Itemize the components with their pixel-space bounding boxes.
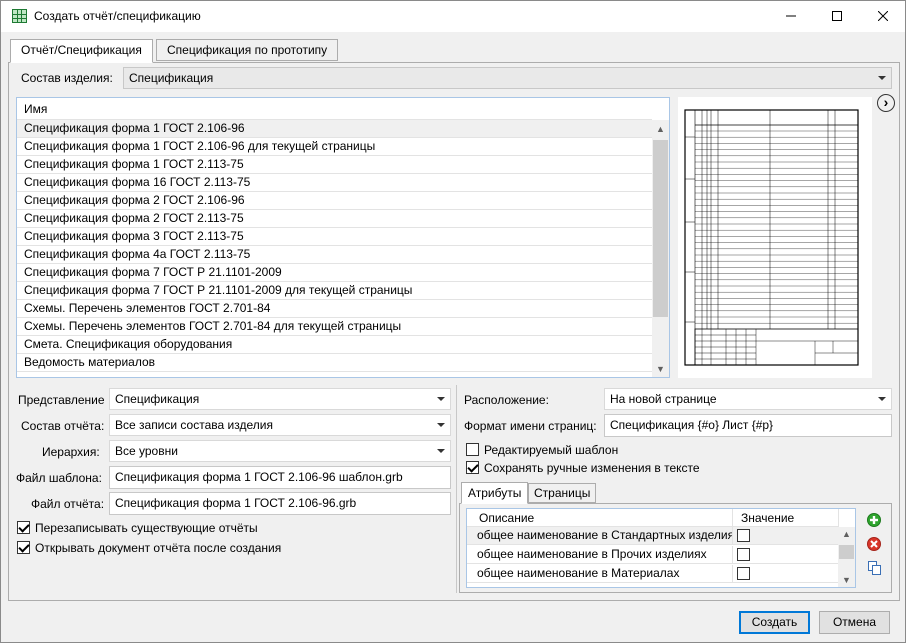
attribute-value-checkbox[interactable] <box>737 567 750 580</box>
remove-attribute-button[interactable] <box>867 537 881 551</box>
tab-attributes[interactable]: Атрибуты <box>461 482 529 504</box>
editable-template-checkbox[interactable] <box>466 443 479 456</box>
list-item[interactable]: Спецификация форма 1 ГОСТ 2.106-96 для т… <box>17 138 652 156</box>
scroll-down-icon[interactable]: ▼ <box>656 364 665 374</box>
col-description[interactable]: Описание <box>467 509 733 527</box>
overwrite-checkbox[interactable] <box>17 521 30 534</box>
list-item[interactable]: Спецификация форма 7 ГОСТ Р 21.1101-2009… <box>17 282 652 300</box>
window-title: Создать отчёт/спецификацию <box>34 9 201 23</box>
hierarchy-value: Все уровни <box>115 444 178 458</box>
scroll-thumb[interactable] <box>839 545 854 559</box>
list-item[interactable]: Спецификация форма 1 ГОСТ 2.113-75 <box>17 156 652 174</box>
tab-report-spec[interactable]: Отчёт/Спецификация <box>10 39 153 63</box>
template-file-label: Файл шаблона: <box>16 471 102 485</box>
copy-attribute-button[interactable] <box>867 560 883 576</box>
list-item[interactable]: Ведомость материалов <box>17 354 652 372</box>
maximize-icon <box>832 11 842 21</box>
report-comp-select[interactable]: Все записи состава изделия <box>109 414 451 436</box>
placement-value: На новой странице <box>610 392 717 406</box>
title-bar: Создать отчёт/спецификацию <box>1 1 905 32</box>
attribute-description[interactable]: общее наименование в Материалах <box>467 565 733 583</box>
view-value: Спецификация <box>115 392 200 406</box>
list-item[interactable]: Спецификация форма 2 ГОСТ 2.106-96 <box>17 192 652 210</box>
tab-pages[interactable]: Страницы <box>528 483 597 503</box>
close-icon <box>877 10 889 22</box>
report-file-label: Файл отчёта: <box>31 497 105 511</box>
list-scrollbar[interactable]: ▲ ▼ <box>652 120 669 377</box>
attribute-value-cell[interactable] <box>733 546 839 564</box>
report-comp-label: Состав отчёта: <box>21 419 105 433</box>
template-file-input[interactable]: Спецификация форма 1 ГОСТ 2.106-96 шабло… <box>109 466 451 489</box>
chevron-down-icon <box>437 423 445 427</box>
list-item[interactable]: Схемы. Перечень элементов ГОСТ 2.701-84 … <box>17 318 652 336</box>
hierarchy-label: Иерархия: <box>42 445 100 459</box>
view-label: Представление <box>18 393 105 407</box>
scroll-up-icon[interactable]: ▲ <box>656 124 665 134</box>
placement-select[interactable]: На новой странице <box>604 388 892 410</box>
report-file-input[interactable]: Спецификация форма 1 ГОСТ 2.106-96.grb <box>109 492 451 515</box>
list-item[interactable]: Спецификация форма 7 ГОСТ Р 21.1101-2009 <box>17 264 652 282</box>
report-comp-value: Все записи состава изделия <box>115 418 273 432</box>
maximize-button[interactable] <box>814 1 860 32</box>
template-preview <box>678 97 872 378</box>
scroll-thumb[interactable] <box>653 140 668 317</box>
attribute-value-cell[interactable] <box>733 527 839 545</box>
list-item[interactable]: Спецификация форма 1 ГОСТ 2.106-96 <box>17 120 652 138</box>
list-item[interactable]: Спецификация форма 16 ГОСТ 2.113-75 <box>17 174 652 192</box>
close-button[interactable] <box>860 1 906 32</box>
vertical-divider <box>456 385 457 593</box>
list-item[interactable]: Спецификация форма 3 ГОСТ 2.113-75 <box>17 228 652 246</box>
page-name-input[interactable]: Спецификация {#o} Лист {#p} <box>604 414 892 437</box>
chevron-down-icon <box>878 76 886 80</box>
list-item[interactable]: Схемы. Перечень элементов ГОСТ 2.701-84 <box>17 300 652 318</box>
template-list[interactable]: Имя Спецификация форма 1 ГОСТ 2.106-96 Сп… <box>16 97 670 378</box>
chevron-down-icon <box>437 397 445 401</box>
attribute-value-cell[interactable] <box>733 565 839 583</box>
overwrite-label: Перезаписывать существующие отчёты <box>35 521 258 535</box>
attribute-description[interactable]: общее наименование в Стандартных изделия… <box>467 527 733 545</box>
keep-changes-checkbox[interactable] <box>466 461 479 474</box>
composition-select[interactable]: Спецификация <box>123 67 892 89</box>
list-item[interactable]: Смета. Спецификация оборудования <box>17 336 652 354</box>
attribute-description[interactable]: общее наименование в Прочих изделиях <box>467 546 733 564</box>
attributes-table[interactable]: Описание Значение общее наименование в С… <box>466 508 856 588</box>
col-value[interactable]: Значение <box>733 509 839 527</box>
list-item[interactable]: Спецификация форма 2 ГОСТ 2.113-75 <box>17 210 652 228</box>
scroll-up-icon[interactable]: ▲ <box>842 529 851 539</box>
hierarchy-select[interactable]: Все уровни <box>109 440 451 462</box>
tab-spec-prototype[interactable]: Спецификация по прототипу <box>156 39 339 61</box>
open-after-label: Открывать документ отчёта после создания <box>35 541 282 555</box>
composition-label: Состав изделия: <box>21 71 113 85</box>
chevron-down-icon <box>437 449 445 453</box>
cancel-button[interactable]: Отмена <box>819 611 890 634</box>
attribute-value-checkbox[interactable] <box>737 529 750 542</box>
keep-changes-label: Сохранять ручные изменения в тексте <box>484 461 700 475</box>
page-name-label: Формат имени страниц: <box>464 419 597 433</box>
view-select[interactable]: Спецификация <box>109 388 451 410</box>
table-app-icon <box>12 9 27 23</box>
dialog-window: Создать отчёт/спецификацию Отчёт/Специфи… <box>0 0 906 643</box>
chevron-right-icon: › <box>883 94 889 110</box>
composition-value: Спецификация <box>129 71 214 85</box>
editable-template-label: Редактируемый шаблон <box>484 443 619 457</box>
add-attribute-button[interactable] <box>867 513 881 527</box>
attribute-value-checkbox[interactable] <box>737 548 750 561</box>
create-button[interactable]: Создать <box>739 611 810 634</box>
minimize-button[interactable] <box>768 1 814 32</box>
list-item[interactable]: Спецификация форма 4а ГОСТ 2.113-75 <box>17 246 652 264</box>
placement-label: Расположение: <box>464 393 549 407</box>
spec-form-thumbnail <box>678 97 872 378</box>
attributes-scrollbar[interactable]: ▲ ▼ <box>838 527 855 587</box>
cross-icon <box>870 540 878 548</box>
open-after-checkbox[interactable] <box>17 541 30 554</box>
list-header-name[interactable]: Имя <box>17 98 652 120</box>
plus-icon <box>870 516 878 524</box>
scroll-down-icon[interactable]: ▼ <box>842 575 851 585</box>
chevron-down-icon <box>878 397 886 401</box>
minimize-icon <box>786 15 796 17</box>
preview-next-button[interactable]: › <box>877 94 895 112</box>
copy-icon <box>868 561 881 575</box>
